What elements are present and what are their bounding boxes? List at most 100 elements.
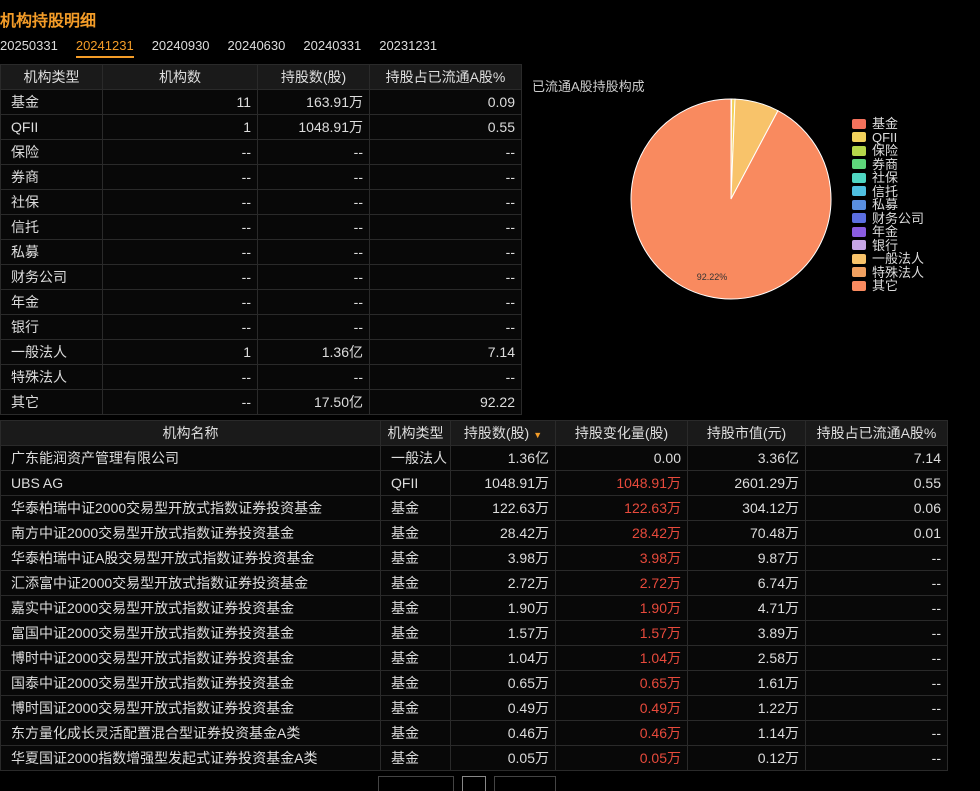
pie-slice-label: 92.22% (697, 272, 728, 282)
legend-swatch (852, 132, 866, 143)
detail-cell: 0.06 (805, 495, 948, 521)
detail-cell: 1.36亿 (450, 445, 556, 471)
detail-cell: 6.74万 (687, 570, 806, 596)
detail-cell: 基金 (380, 720, 451, 746)
legend-item[interactable]: 一般法人 (852, 252, 924, 266)
current-page-button[interactable] (462, 776, 486, 791)
detail-cell: 122.63万 (555, 495, 688, 521)
detail-row[interactable]: 嘉实中证2000交易型开放式指数证券投资基金 基金 1.90万 1.90万 4.71万 -… (0, 595, 948, 621)
institution-detail-table: 机构名称 机构类型 持股数(股) ▼ 持股变化量(股) 持股市值(元) 持股占已流通A股% … (0, 420, 948, 771)
legend-item[interactable]: 年金 (852, 225, 924, 239)
legend-item[interactable]: 私募 (852, 198, 924, 212)
sort-desc-icon[interactable]: ▼ (533, 430, 542, 440)
legend-swatch (852, 118, 866, 129)
detail-cell: 3.98万 (450, 545, 556, 571)
detail-cell: -- (805, 620, 948, 646)
detail-cell: 基金 (380, 695, 451, 721)
detail-cell: 基金 (380, 495, 451, 521)
detail-cell: 9.87万 (687, 545, 806, 571)
detail-cell: 基金 (380, 745, 451, 771)
detail-cell: 122.63万 (450, 495, 556, 521)
detail-header: 持股变化量(股) (555, 420, 688, 446)
detail-cell: 304.12万 (687, 495, 806, 521)
legend-label: 信托 (872, 183, 899, 199)
legend-swatch (852, 280, 866, 291)
next-page-button[interactable] (494, 776, 556, 791)
legend-item[interactable]: 其它 (852, 279, 924, 293)
detail-cell: 1.04万 (450, 645, 556, 671)
legend-item[interactable]: 银行 (852, 239, 924, 253)
detail-cell: -- (805, 695, 948, 721)
legend-swatch (852, 240, 866, 251)
legend-label: 社保 (872, 170, 899, 186)
detail-row[interactable]: UBS AG QFII 1048.91万 1048.91万 2601.29万 0.55 (0, 470, 948, 496)
detail-cell: 0.05万 (450, 745, 556, 771)
pie-legend: 基金 QFII 保险 券商 社保 信托 私募 财务公司 年金 银行 一般法人 特殊法人 其它 (852, 117, 924, 293)
detail-cell: 2601.29万 (687, 470, 806, 496)
legend-item[interactable]: 券商 (852, 158, 924, 172)
legend-swatch (852, 186, 866, 197)
detail-cell: 3.89万 (687, 620, 806, 646)
detail-row[interactable]: 博时国证2000交易型开放式指数证券投资基金 基金 0.49万 0.49万 1.22万 -… (0, 695, 948, 721)
legend-swatch (852, 159, 866, 170)
detail-cell: 70.48万 (687, 520, 806, 546)
detail-row[interactable]: 国泰中证2000交易型开放式指数证券投资基金 基金 0.65万 0.65万 1.61万 -… (0, 670, 948, 696)
detail-row[interactable]: 东方量化成长灵活配置混合型证券投资基金A类 基金 0.46万 0.46万 1.14万 -- (0, 720, 948, 746)
legend-item[interactable]: QFII (852, 131, 924, 145)
legend-item[interactable]: 社保 (852, 171, 924, 185)
detail-row[interactable]: 博时中证2000交易型开放式指数证券投资基金 基金 1.04万 1.04万 2.58万 -… (0, 645, 948, 671)
detail-row[interactable]: 汇添富中证2000交易型开放式指数证券投资基金 基金 2.72万 2.72万 6.74万… (0, 570, 948, 596)
legend-item[interactable]: 特殊法人 (852, 266, 924, 280)
legend-label: QFII (872, 129, 898, 145)
legend-label: 财务公司 (872, 210, 925, 226)
detail-cell: 基金 (380, 595, 451, 621)
legend-label: 一般法人 (872, 251, 925, 267)
legend-label: 私募 (872, 197, 899, 213)
detail-cell: 0.46万 (555, 720, 688, 746)
detail-row[interactable]: 华泰柏瑞中证A股交易型开放式指数证券投资基金 基金 3.98万 3.98万 9.87万 -… (0, 545, 948, 571)
detail-cell: 0.49万 (450, 695, 556, 721)
detail-row[interactable]: 华夏国证2000指数增强型发起式证券投资基金A类 基金 0.05万 0.05万 0.12… (0, 745, 948, 771)
legend-label: 特殊法人 (872, 264, 925, 280)
legend-item[interactable]: 保险 (852, 144, 924, 158)
detail-cell: 0.12万 (687, 745, 806, 771)
detail-cell: -- (805, 570, 948, 596)
detail-header[interactable]: 持股数(股) ▼ (450, 420, 556, 446)
detail-cell: 华泰柏瑞中证2000交易型开放式指数证券投资基金 (0, 495, 381, 521)
detail-cell: 1.61万 (687, 670, 806, 696)
detail-cell: 3.98万 (555, 545, 688, 571)
legend-item[interactable]: 财务公司 (852, 212, 924, 226)
detail-cell: 28.42万 (555, 520, 688, 546)
detail-cell: 华泰柏瑞中证A股交易型开放式指数证券投资基金 (0, 545, 381, 571)
detail-cell: 0.55 (805, 470, 948, 496)
detail-cell: 一般法人 (380, 445, 451, 471)
legend-item[interactable]: 基金 (852, 117, 924, 131)
detail-cell: UBS AG (0, 470, 381, 496)
legend-label: 年金 (872, 224, 899, 240)
detail-row[interactable]: 华泰柏瑞中证2000交易型开放式指数证券投资基金 基金 122.63万 122.63万… (0, 495, 948, 521)
detail-cell: 1.14万 (687, 720, 806, 746)
detail-cell: 0.49万 (555, 695, 688, 721)
detail-cell: 基金 (380, 620, 451, 646)
legend-label: 其它 (872, 278, 899, 294)
detail-row[interactable]: 广东能润资产管理有限公司 一般法人 1.36亿 0.00 3.36亿 7.14 (0, 445, 948, 471)
detail-cell: -- (805, 670, 948, 696)
detail-cell: 南方中证2000交易型开放式指数证券投资基金 (0, 520, 381, 546)
pie-slice-其它[interactable] (630, 98, 832, 300)
detail-row[interactable]: 富国中证2000交易型开放式指数证券投资基金 基金 1.57万 1.57万 3.89万 -… (0, 620, 948, 646)
detail-cell: 富国中证2000交易型开放式指数证券投资基金 (0, 620, 381, 646)
detail-row[interactable]: 南方中证2000交易型开放式指数证券投资基金 基金 28.42万 28.42万 70.4… (0, 520, 948, 546)
legend-item[interactable]: 信托 (852, 185, 924, 199)
detail-header: 机构名称 (0, 420, 381, 446)
prev-page-button[interactable] (378, 776, 454, 791)
detail-cell: QFII (380, 470, 451, 496)
legend-label: 银行 (872, 237, 899, 253)
detail-header-label: 持股数(股) (463, 425, 530, 441)
detail-cell: 汇添富中证2000交易型开放式指数证券投资基金 (0, 570, 381, 596)
detail-cell: 0.01 (805, 520, 948, 546)
detail-cell: -- (805, 745, 948, 771)
detail-cell: 0.46万 (450, 720, 556, 746)
detail-cell: 基金 (380, 670, 451, 696)
detail-header-label: 机构类型 (387, 425, 444, 441)
detail-cell: 0.65万 (555, 670, 688, 696)
